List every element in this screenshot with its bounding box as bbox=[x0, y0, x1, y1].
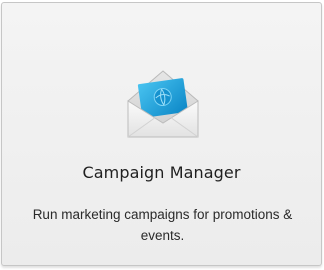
campaign-manager-card[interactable]: Campaign Manager Run marketing campaigns… bbox=[1, 2, 322, 266]
card-description: Run marketing campaigns for promotions &… bbox=[32, 207, 293, 243]
open-envelope-icon bbox=[120, 61, 206, 147]
card-title: Campaign Manager bbox=[82, 163, 241, 182]
